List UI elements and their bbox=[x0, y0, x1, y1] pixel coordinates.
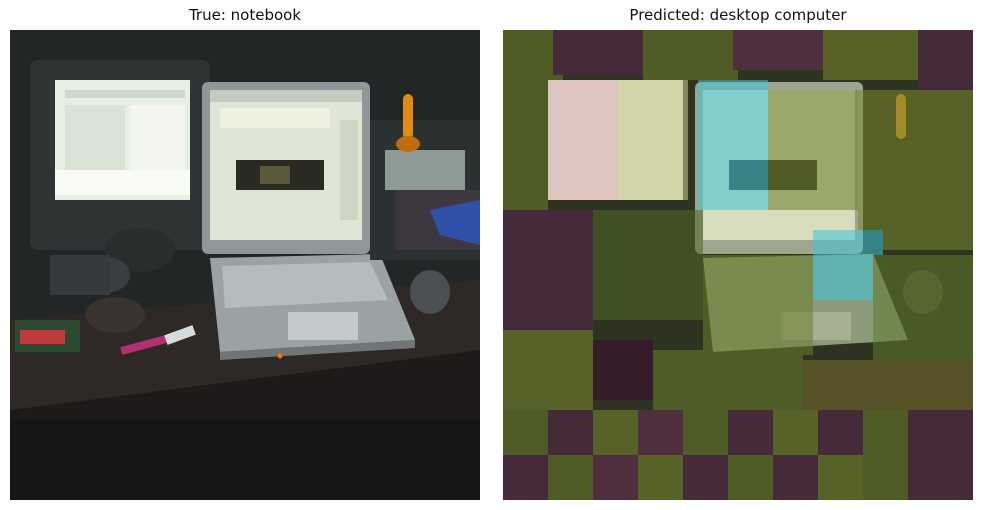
left-title: True: notebook bbox=[188, 6, 302, 24]
right-title: Predicted: desktop computer bbox=[629, 6, 847, 24]
segmentation-overlay bbox=[503, 30, 973, 500]
prediction-overlay-panel bbox=[503, 30, 973, 500]
overlay-photo bbox=[503, 30, 973, 500]
original-image-panel bbox=[10, 30, 480, 500]
original-photo bbox=[10, 30, 480, 500]
